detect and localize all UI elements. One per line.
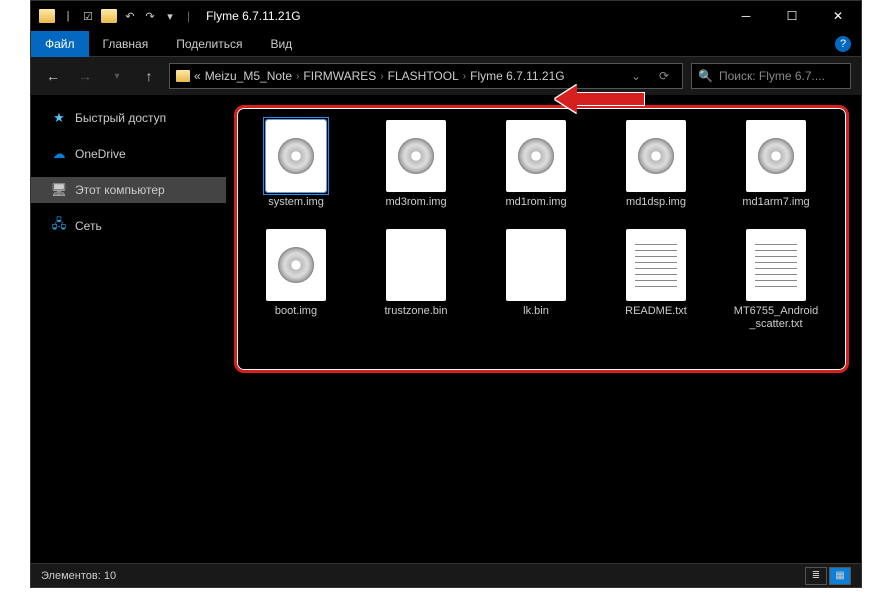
sidebar: ★ Быстрый доступ ☁ OneDrive 🖥 Этот компь… <box>31 95 226 563</box>
file-item[interactable]: README.txt <box>611 229 701 331</box>
qat-folder-icon[interactable] <box>101 9 117 23</box>
recent-dropdown[interactable]: ▾ <box>105 64 129 88</box>
file-view[interactable]: system.img md3rom.img md1rom.img md1dsp.img… <box>226 95 861 563</box>
tab-share[interactable]: Поделиться <box>162 31 256 57</box>
sidebar-item-label: Быстрый доступ <box>75 111 166 125</box>
ribbon-tabs: Файл Главная Поделиться Вид ⌄ ? <box>31 31 861 57</box>
file-label: MT6755_Android_scatter.txt <box>731 305 821 331</box>
file-item[interactable]: md3rom.img <box>371 120 461 209</box>
navbar: ← → ▾ ↑ « Meizu_M5_Note › FIRMWARES › FL… <box>31 57 861 95</box>
minimize-button[interactable]: ─ <box>723 1 769 31</box>
file-item[interactable]: boot.img <box>251 229 341 331</box>
undo-icon[interactable]: ↶ <box>123 9 137 23</box>
file-item[interactable]: md1dsp.img <box>611 120 701 209</box>
explorer-window: | ☑ ↶ ↷ ▾ | Flyme 6.7.11.21G ─ ☐ ✕ Файл … <box>30 0 862 588</box>
file-item[interactable]: MT6755_Android_scatter.txt <box>731 229 821 331</box>
file-thumbnail <box>506 229 566 301</box>
status-text: Элементов: 10 <box>41 570 116 582</box>
search-icon: 🔍 <box>698 69 713 83</box>
file-thumbnail <box>266 229 326 301</box>
close-button[interactable]: ✕ <box>815 1 861 31</box>
network-icon: 🖧 <box>51 218 67 234</box>
search-input[interactable]: 🔍 Поиск: Flyme 6.7.... <box>691 63 851 89</box>
disc-icon <box>278 138 314 174</box>
file-thumbnail <box>386 120 446 192</box>
file-item[interactable]: trustzone.bin <box>371 229 461 331</box>
file-item[interactable]: system.img <box>251 120 341 209</box>
view-icons-button[interactable]: ▦ <box>829 567 851 585</box>
address-folder-icon <box>176 70 190 82</box>
statusbar: Элементов: 10 ≣ ▦ <box>31 563 861 587</box>
qat-checkbox-icon[interactable]: ☑ <box>81 9 95 23</box>
window-title: Flyme 6.7.11.21G <box>202 9 723 23</box>
forward-button[interactable]: → <box>73 64 97 88</box>
maximize-button[interactable]: ☐ <box>769 1 815 31</box>
disc-icon <box>398 138 434 174</box>
disc-icon <box>758 138 794 174</box>
file-label: md1dsp.img <box>626 196 686 209</box>
cloud-icon: ☁ <box>51 146 67 162</box>
crumb-overflow[interactable]: « <box>194 69 201 83</box>
star-icon: ★ <box>51 110 67 126</box>
file-thumbnail <box>626 120 686 192</box>
tab-file[interactable]: Файл <box>31 31 89 57</box>
chevron-right-icon[interactable]: › <box>380 71 383 82</box>
sidebar-item-onedrive[interactable]: ☁ OneDrive <box>31 141 226 167</box>
tab-view[interactable]: Вид <box>256 31 306 57</box>
sidebar-item-quickaccess[interactable]: ★ Быстрый доступ <box>31 105 226 131</box>
text-lines-icon <box>755 244 797 287</box>
file-item[interactable]: md1rom.img <box>491 120 581 209</box>
file-thumbnail <box>506 120 566 192</box>
file-thumbnail <box>746 229 806 301</box>
back-button[interactable]: ← <box>41 64 65 88</box>
text-lines-icon <box>635 244 677 287</box>
sidebar-item-thispc[interactable]: 🖥 Этот компьютер <box>31 177 226 203</box>
file-label: README.txt <box>625 305 687 318</box>
crumb-1[interactable]: FIRMWARES <box>303 69 376 83</box>
file-thumbnail <box>386 229 446 301</box>
address-dropdown-icon[interactable]: ⌄ <box>624 69 648 83</box>
qat-separator: | <box>61 9 75 23</box>
chevron-right-icon[interactable]: › <box>296 71 299 82</box>
refresh-icon[interactable]: ⟳ <box>652 69 676 83</box>
crumb-3[interactable]: Flyme 6.7.11.21G <box>470 69 565 83</box>
chevron-right-icon[interactable]: › <box>463 71 466 82</box>
search-placeholder: Поиск: Flyme 6.7.... <box>719 69 825 83</box>
file-thumbnail <box>626 229 686 301</box>
sidebar-item-label: Этот компьютер <box>75 183 165 197</box>
file-label: trustzone.bin <box>385 305 448 318</box>
disc-icon <box>278 247 314 283</box>
up-button[interactable]: ↑ <box>137 64 161 88</box>
view-details-button[interactable]: ≣ <box>805 567 827 585</box>
qat-dropdown-icon[interactable]: ▾ <box>163 9 177 23</box>
file-thumbnail <box>266 120 326 192</box>
file-label: md1rom.img <box>505 196 566 209</box>
sidebar-item-label: OneDrive <box>75 147 126 161</box>
file-thumbnail <box>746 120 806 192</box>
file-label: md3rom.img <box>385 196 446 209</box>
address-bar[interactable]: « Meizu_M5_Note › FIRMWARES › FLASHTOOL … <box>169 63 683 89</box>
disc-icon <box>638 138 674 174</box>
sidebar-item-label: Сеть <box>75 219 102 233</box>
crumb-2[interactable]: FLASHTOOL <box>388 69 459 83</box>
file-label: boot.img <box>275 305 317 318</box>
redo-icon[interactable]: ↷ <box>143 9 157 23</box>
tab-home[interactable]: Главная <box>89 31 163 57</box>
sidebar-item-network[interactable]: 🖧 Сеть <box>31 213 226 239</box>
titlebar: | ☑ ↶ ↷ ▾ | Flyme 6.7.11.21G ─ ☐ ✕ <box>31 1 861 31</box>
file-item[interactable]: lk.bin <box>491 229 581 331</box>
file-label: lk.bin <box>523 305 549 318</box>
file-item[interactable]: md1arm7.img <box>731 120 821 209</box>
disc-icon <box>518 138 554 174</box>
file-label: system.img <box>268 196 324 209</box>
crumb-0[interactable]: Meizu_M5_Note <box>205 69 292 83</box>
folder-icon <box>39 9 55 23</box>
help-icon[interactable]: ? <box>835 36 851 52</box>
file-label: md1arm7.img <box>742 196 809 209</box>
pc-icon: 🖥 <box>51 182 67 198</box>
